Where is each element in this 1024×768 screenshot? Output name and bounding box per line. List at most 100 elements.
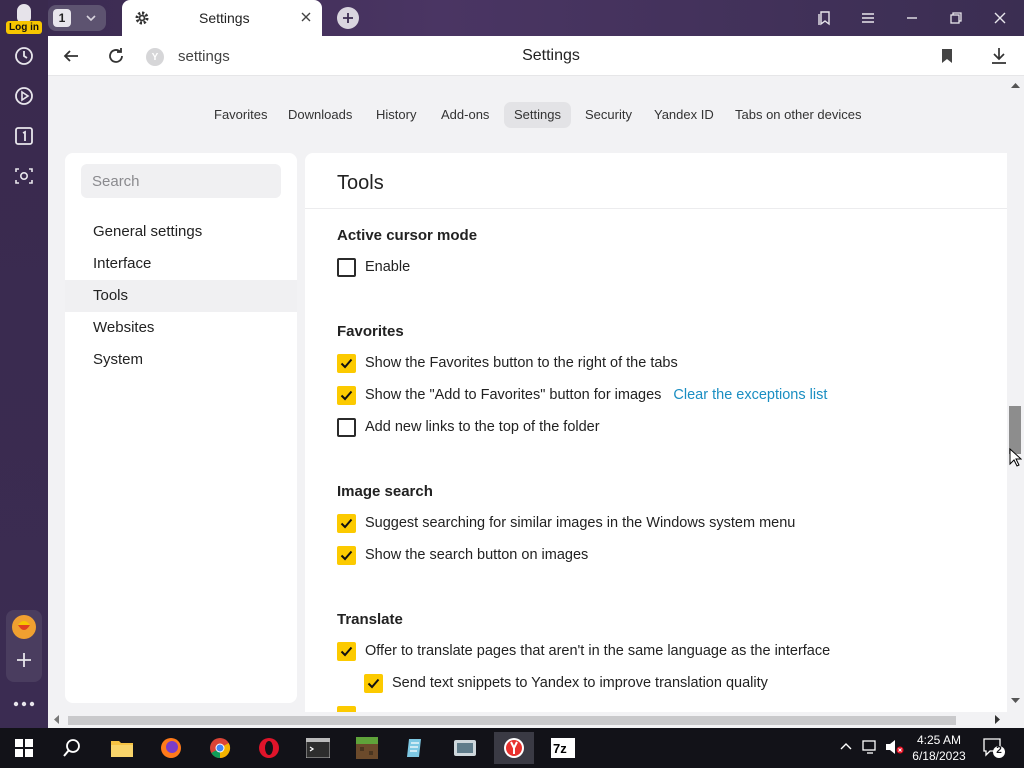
- checkbox-unchecked[interactable]: [337, 417, 356, 437]
- option-search-button-images[interactable]: Show the search button on images: [337, 545, 588, 565]
- download-icon[interactable]: [991, 47, 1007, 70]
- tab-counter-icon[interactable]: [12, 124, 36, 148]
- svg-text:7z: 7z: [553, 741, 567, 756]
- menu-item-system[interactable]: System: [65, 344, 297, 376]
- close-tab-icon[interactable]: [300, 11, 312, 23]
- check-icon: [340, 390, 353, 400]
- checkbox-checked[interactable]: [337, 545, 356, 565]
- menu-icon[interactable]: [859, 9, 877, 27]
- history-icon[interactable]: [12, 44, 36, 68]
- menu-item-websites[interactable]: Websites: [65, 312, 297, 344]
- bookmark-icon[interactable]: [941, 48, 953, 69]
- login-button[interactable]: Log in: [4, 2, 44, 34]
- tab-security[interactable]: Security: [575, 102, 642, 128]
- scroll-right-icon[interactable]: [995, 715, 1001, 724]
- clock-time: 4:25 AM: [916, 733, 962, 747]
- option-enable-active-cursor[interactable]: Enable: [337, 257, 410, 277]
- screenshot-icon[interactable]: [12, 164, 36, 188]
- address-bar: Y settings Settings: [48, 36, 1024, 76]
- tab-history[interactable]: History: [366, 102, 426, 128]
- minecraft-icon[interactable]: [347, 732, 387, 764]
- profile-icon: [17, 4, 31, 22]
- option-label: Show the search button on images: [365, 547, 589, 563]
- tab-counter-button[interactable]: 1: [48, 5, 106, 31]
- volume-muted-icon[interactable]: [885, 739, 905, 760]
- tab-settings[interactable]: Settings: [504, 102, 571, 128]
- option-label: Add new links to the top of the folder: [365, 419, 600, 435]
- active-tab[interactable]: Settings: [122, 0, 322, 36]
- menu-item-tools[interactable]: Tools: [65, 280, 297, 312]
- system-clock[interactable]: 4:25 AM 6/18/2023: [910, 732, 968, 764]
- settings-content: Tools Active cursor mode Enable Favorite…: [305, 153, 1007, 713]
- play-icon[interactable]: [12, 84, 36, 108]
- sidebar-bottom-panel: [6, 610, 42, 682]
- checkbox-checked[interactable]: [364, 673, 383, 693]
- close-window-icon[interactable]: [991, 9, 1009, 27]
- horizontal-scroll-thumb[interactable]: [68, 716, 956, 725]
- option-label: Offer to translate pages that aren't in …: [365, 643, 831, 659]
- tab-other-devices[interactable]: Tabs on other devices: [725, 102, 871, 128]
- yandex-app-icon[interactable]: [12, 615, 36, 639]
- horizontal-scrollbar[interactable]: [48, 712, 1007, 728]
- option-similar-images-menu[interactable]: Suggest searching for similar images in …: [337, 513, 795, 533]
- clear-exceptions-link[interactable]: Clear the exceptions list: [673, 387, 827, 403]
- add-panel-icon[interactable]: [14, 650, 34, 675]
- option-label: Show the "Add to Favorites" button for i…: [365, 387, 662, 403]
- notepad-icon[interactable]: [396, 732, 436, 764]
- option-send-snippets[interactable]: Send text snippets to Yandex to improve …: [364, 673, 768, 693]
- tab-yandex-id[interactable]: Yandex ID: [644, 102, 724, 128]
- bookmarks-panel-icon[interactable]: [815, 9, 833, 27]
- scroll-left-icon[interactable]: [53, 715, 59, 724]
- settings-search-input[interactable]: [81, 164, 281, 198]
- option-label: Show the Favorites button to the right o…: [365, 355, 678, 371]
- more-icon[interactable]: [12, 692, 36, 716]
- network-icon[interactable]: [862, 739, 880, 760]
- vertical-scrollbar[interactable]: [1007, 76, 1024, 712]
- plus-icon: [343, 13, 353, 23]
- notification-center-icon[interactable]: 2: [983, 737, 1005, 764]
- option-label: Suggest searching for similar images in …: [365, 515, 796, 531]
- windows-taskbar: 7z 4:25 AM 6/18/2023 2: [0, 728, 1024, 768]
- scroll-up-icon[interactable]: [1011, 82, 1020, 88]
- browser-sidebar: Log in: [0, 0, 48, 728]
- system-tool-icon[interactable]: [445, 732, 485, 764]
- yandex-browser-icon[interactable]: [494, 732, 534, 764]
- section-title-translate: Translate: [337, 611, 403, 628]
- option-offer-translate[interactable]: Offer to translate pages that aren't in …: [337, 641, 830, 661]
- checkbox-checked[interactable]: [337, 641, 356, 661]
- chrome-icon[interactable]: [200, 732, 240, 764]
- file-explorer-icon[interactable]: [102, 732, 142, 764]
- section-page-title: Tools: [337, 172, 384, 194]
- restore-icon[interactable]: [947, 9, 965, 27]
- checkbox-checked[interactable]: [337, 385, 356, 405]
- checkbox-checked[interactable]: [337, 513, 356, 533]
- option-favorites-button[interactable]: Show the Favorites button to the right o…: [337, 353, 678, 373]
- page-title: Settings: [522, 47, 580, 64]
- tab-favorites[interactable]: Favorites: [204, 102, 277, 128]
- vertical-scroll-thumb[interactable]: [1009, 406, 1021, 454]
- checkbox-checked[interactable]: [337, 353, 356, 373]
- menu-item-interface[interactable]: Interface: [65, 248, 297, 280]
- new-tab-button[interactable]: [337, 7, 359, 29]
- windows-start-icon[interactable]: [4, 732, 44, 764]
- option-new-links-top[interactable]: Add new links to the top of the folder: [337, 417, 600, 437]
- clock-date: 6/18/2023: [912, 749, 966, 763]
- opera-icon[interactable]: [249, 732, 289, 764]
- menu-item-general[interactable]: General settings: [65, 216, 297, 248]
- gear-icon: [135, 11, 149, 25]
- tab-downloads[interactable]: Downloads: [278, 102, 362, 128]
- firefox-icon[interactable]: [151, 732, 191, 764]
- check-icon: [340, 550, 353, 560]
- tab-add-ons[interactable]: Add-ons: [431, 102, 499, 128]
- search-icon[interactable]: [52, 732, 92, 764]
- option-add-to-favorites-images[interactable]: Show the "Add to Favorites" button for i…: [337, 385, 827, 405]
- 7zip-icon[interactable]: 7z: [543, 732, 583, 764]
- settings-menu: General settings Interface Tools Website…: [65, 153, 297, 703]
- terminal-icon[interactable]: [298, 732, 338, 764]
- chevron-up-icon[interactable]: [839, 740, 853, 759]
- minimize-icon[interactable]: [903, 9, 921, 27]
- section-title-image-search: Image search: [337, 483, 433, 500]
- scroll-down-icon[interactable]: [1011, 698, 1020, 704]
- check-icon: [340, 518, 353, 528]
- checkbox-unchecked[interactable]: [337, 257, 356, 277]
